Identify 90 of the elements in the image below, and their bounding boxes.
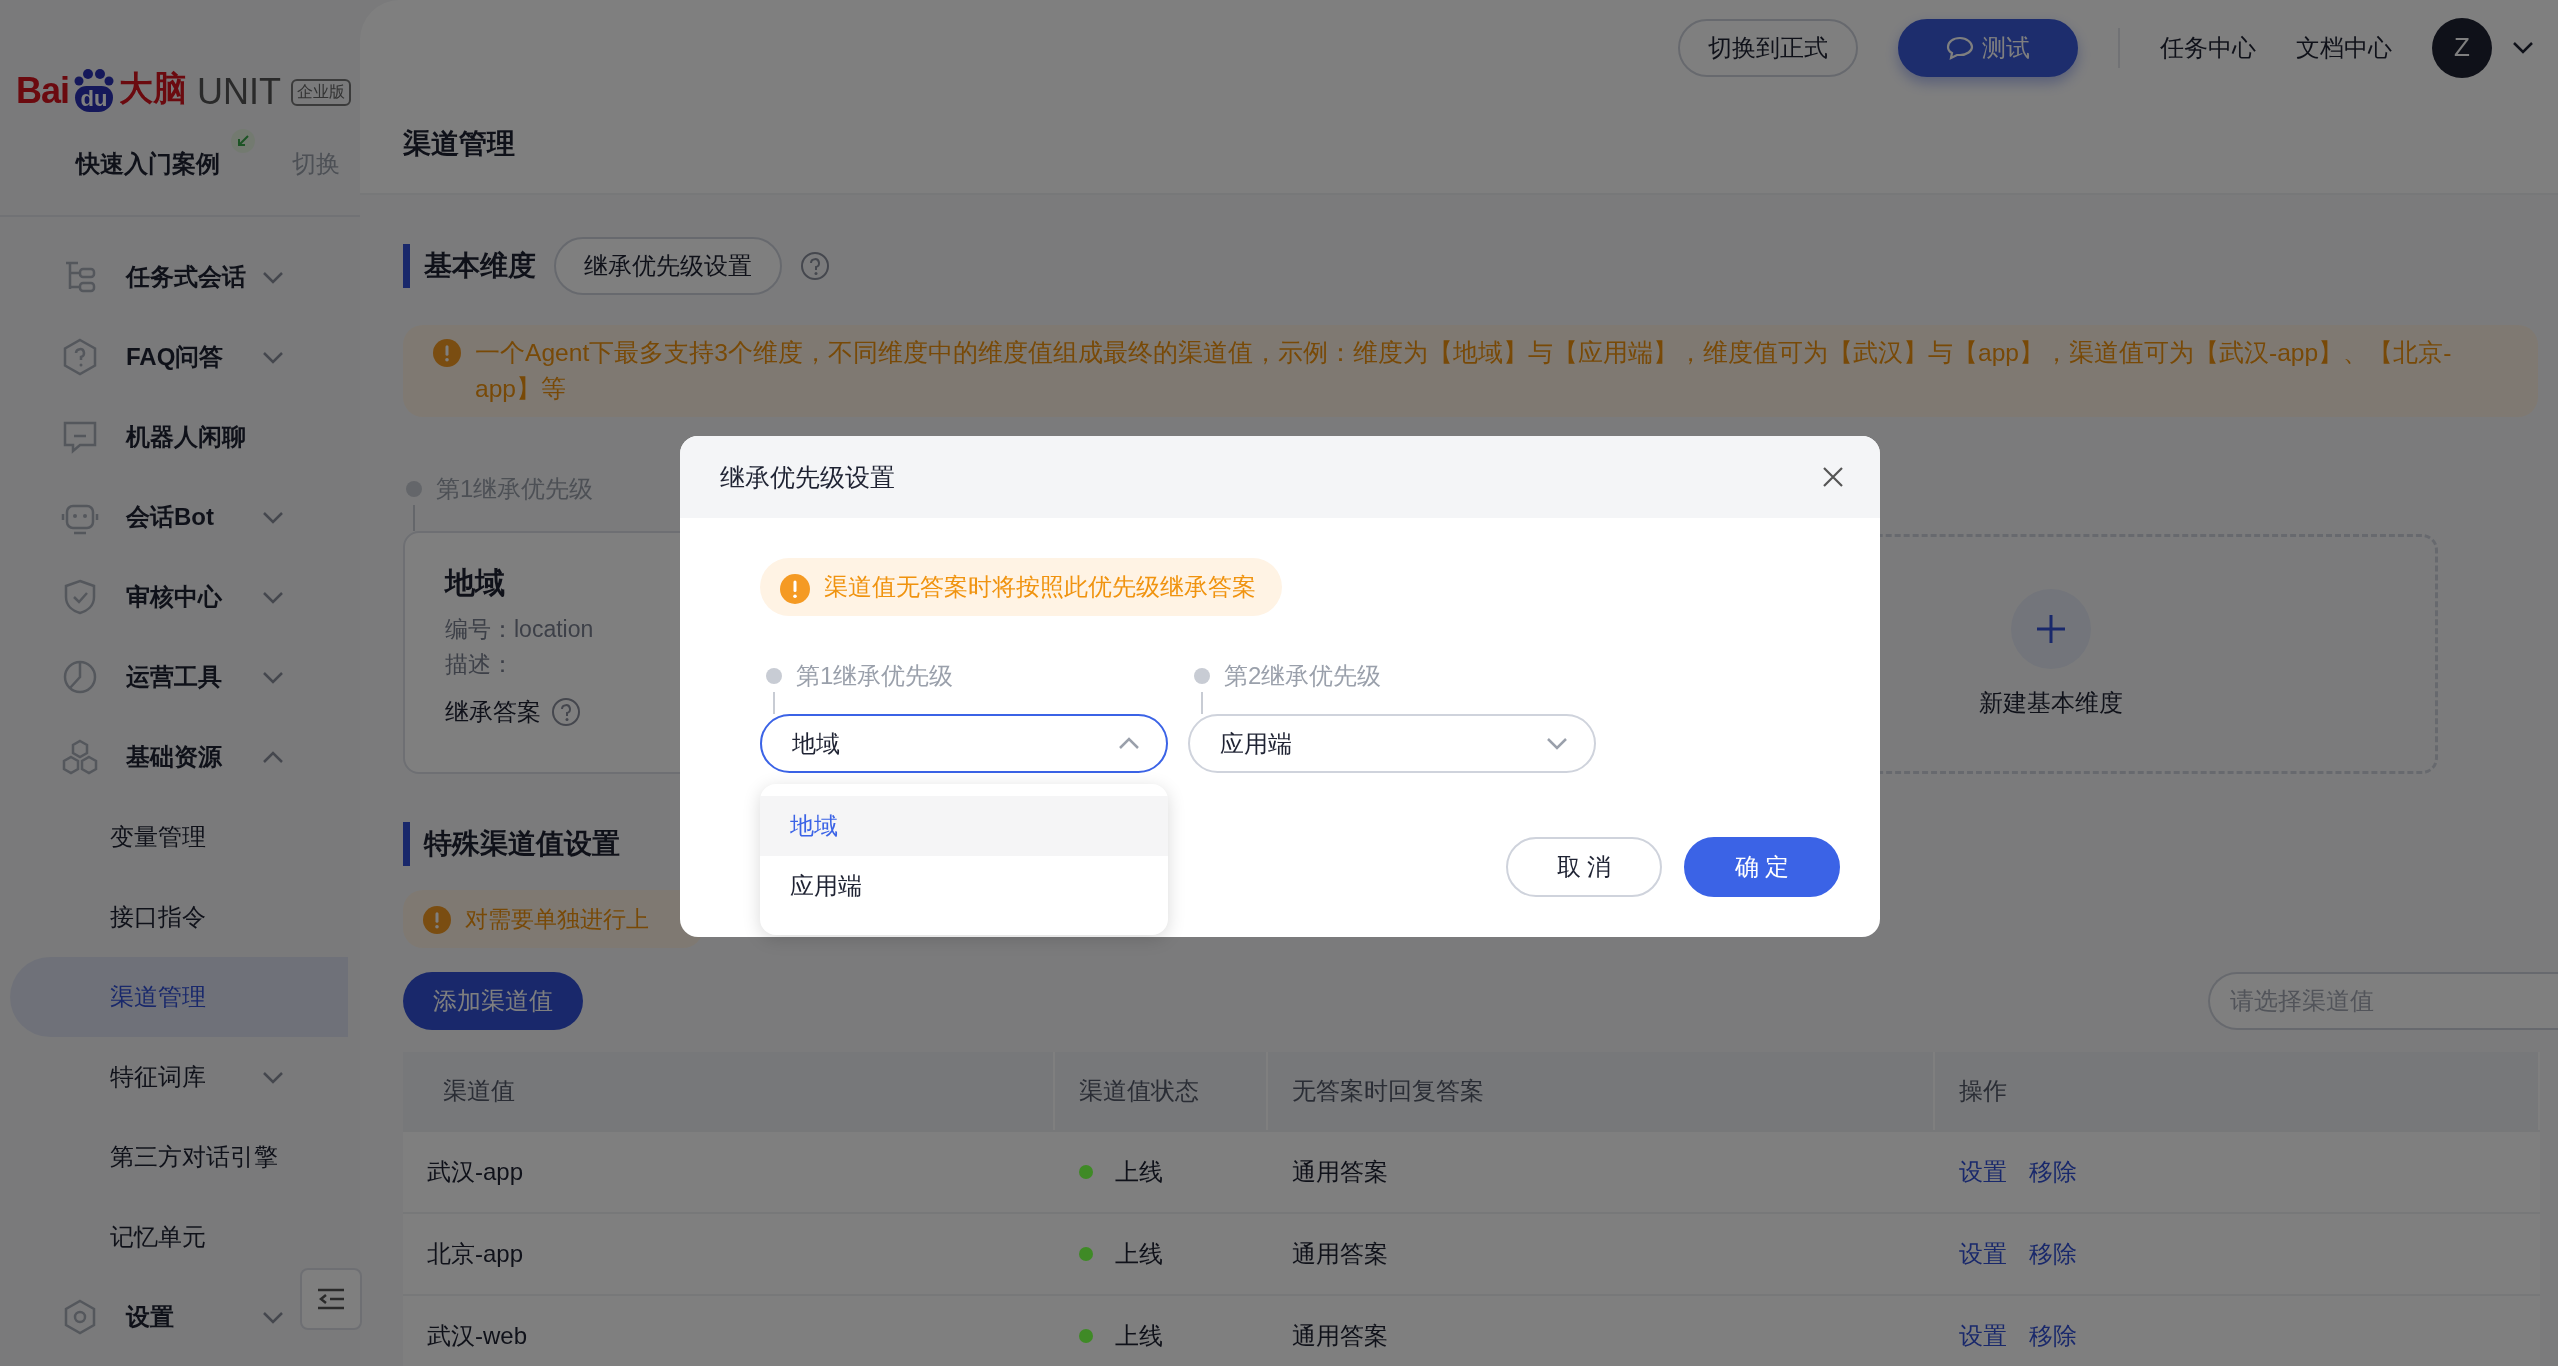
nav-link[interactable]: 文档中心 [2296, 31, 2392, 64]
field-label: 编号： [445, 616, 514, 642]
add-channel-button[interactable]: 添加渠道值 [403, 972, 583, 1030]
sidebar-item[interactable]: 会话Bot [10, 477, 348, 557]
sidebar-item[interactable]: 渠道管理 [10, 957, 348, 1037]
status-text: 上线 [1115, 1321, 1163, 1351]
avatar[interactable]: Z [2432, 17, 2492, 78]
nav-link[interactable]: 任务中心 [2160, 31, 2256, 64]
select-field[interactable]: 地域 [760, 714, 1168, 773]
timeline-dot [1194, 668, 1210, 684]
priority-label: 第2继承优先级 [1224, 661, 1382, 691]
priority-label: 第1继承优先级 [796, 661, 954, 691]
section-title: 基本维度 [403, 244, 536, 288]
field-value: location [514, 616, 594, 642]
collapse-icon [316, 1286, 346, 1312]
chevron-up-icon [1118, 736, 1140, 751]
sidebar-item[interactable]: 记忆单元 [10, 1197, 348, 1277]
table-cell-text: 通用答案 [1291, 1321, 1389, 1351]
action-link[interactable]: 设置 [1959, 1156, 2007, 1188]
field-label: 描述： [445, 650, 514, 679]
section-title: 特殊渠道值设置 [403, 822, 620, 866]
help-icon [551, 697, 581, 727]
notice-text: 一个Agent下最多支持3个维度，不同维度中的维度值组成最终的渠道值，示例：维度为【地域】与【应用端】，维度值可为【武汉】与【app】，渠道值可为【武汉-app】、【北京-app】等 [475, 338, 2453, 404]
warning-icon [433, 339, 461, 367]
chevron-down-icon [262, 669, 284, 685]
chevron-up-icon [262, 749, 284, 765]
sidebar-item[interactable]: 任务式会话 [10, 237, 348, 317]
paw-icon [73, 68, 116, 86]
chevron-down-icon [262, 269, 284, 285]
table-cell-text: 武汉-web [426, 1321, 529, 1351]
warning-icon [780, 574, 810, 604]
sidebar-item[interactable]: FAQ问答 [10, 317, 348, 397]
priority-settings-button[interactable]: 继承优先级设置 [554, 237, 782, 295]
notice-text: 渠道值无答案时将按照此优先级继承答案 [824, 572, 1256, 602]
sidebar-item[interactable]: 运营工具 [10, 637, 348, 717]
close-icon[interactable] [1822, 466, 1844, 488]
confirm-button[interactable]: 确 定 [1684, 837, 1840, 897]
cancel-button[interactable]: 取 消 [1506, 837, 1662, 897]
logo-text: du [74, 86, 114, 112]
column-header: 渠道值状态 [1055, 1052, 1268, 1130]
sidebar-item[interactable]: 接口指令 [10, 877, 348, 957]
chevron-down-icon [262, 1069, 284, 1085]
table-cell-text: 北京-app [426, 1239, 525, 1269]
help-icon [800, 251, 830, 281]
product-name: UNIT [197, 72, 282, 112]
status-text: 上线 [1115, 1239, 1163, 1269]
status-text: 上线 [1115, 1157, 1163, 1187]
chevron-down-icon [262, 1309, 284, 1325]
collapse-button[interactable] [300, 1268, 362, 1330]
column-header: 无答案时回复答案 [1268, 1052, 1935, 1130]
test-button[interactable]: 测试 [1898, 18, 2078, 77]
table-cell-text: 通用答案 [1291, 1157, 1389, 1187]
table-cell-text: 通用答案 [1291, 1239, 1389, 1269]
edition-tag: 企业版 [291, 79, 352, 106]
sidebar-item[interactable]: 基础资源 [10, 717, 348, 797]
notice-text: 对需要单独进行上 [465, 905, 649, 934]
chevron-down-icon [262, 349, 284, 365]
field-label: 继承答案 [445, 697, 541, 727]
select-field[interactable]: 应用端 [1188, 714, 1596, 773]
chevron-down-icon [262, 589, 284, 605]
sidebar-item[interactable]: 审核中心 [10, 557, 348, 637]
action-link[interactable]: 设置 [1959, 1320, 2007, 1352]
chat-icon [1946, 34, 1974, 61]
hexagons-icon [60, 737, 100, 777]
sidebar-item[interactable]: 变量管理 [10, 797, 348, 877]
action-link[interactable]: 移除 [2029, 1238, 2077, 1270]
timeline-dot [766, 668, 782, 684]
sidebar-item[interactable]: 第三方对话引擎 [10, 1117, 348, 1197]
card-label: 新建基本维度 [1978, 688, 2123, 718]
dropdown-option[interactable]: 应用端 [760, 856, 1168, 916]
sidebar-item[interactable]: 特征词库 [10, 1037, 348, 1117]
dialog-title: 继承优先级设置 [720, 461, 895, 493]
dimension-name: 地域 [445, 565, 505, 601]
action-link[interactable]: 移除 [2029, 1156, 2077, 1188]
chevron-down-icon [262, 509, 284, 525]
action-link[interactable]: 设置 [1959, 1238, 2007, 1270]
dropdown-option[interactable]: 地域 [760, 796, 1168, 856]
pin-icon [230, 127, 256, 154]
sidebar-item[interactable]: 机器人闲聊 [10, 397, 348, 477]
column-header: 操作 [1935, 1052, 2540, 1130]
column-header: 渠道值 [403, 1052, 1055, 1130]
logo-text: 大脑 [119, 68, 188, 109]
table-cell-text: 武汉-app [426, 1157, 525, 1187]
project-name[interactable]: 快速入门案例 [76, 147, 220, 180]
action-link[interactable]: 移除 [2029, 1320, 2077, 1352]
logo-text: Bai [16, 70, 70, 112]
chevron-down-icon [1546, 736, 1568, 751]
switch-button[interactable]: 切换到正式 [1678, 18, 1858, 77]
warning-icon [423, 906, 451, 934]
chevron-down-icon [2512, 40, 2534, 55]
